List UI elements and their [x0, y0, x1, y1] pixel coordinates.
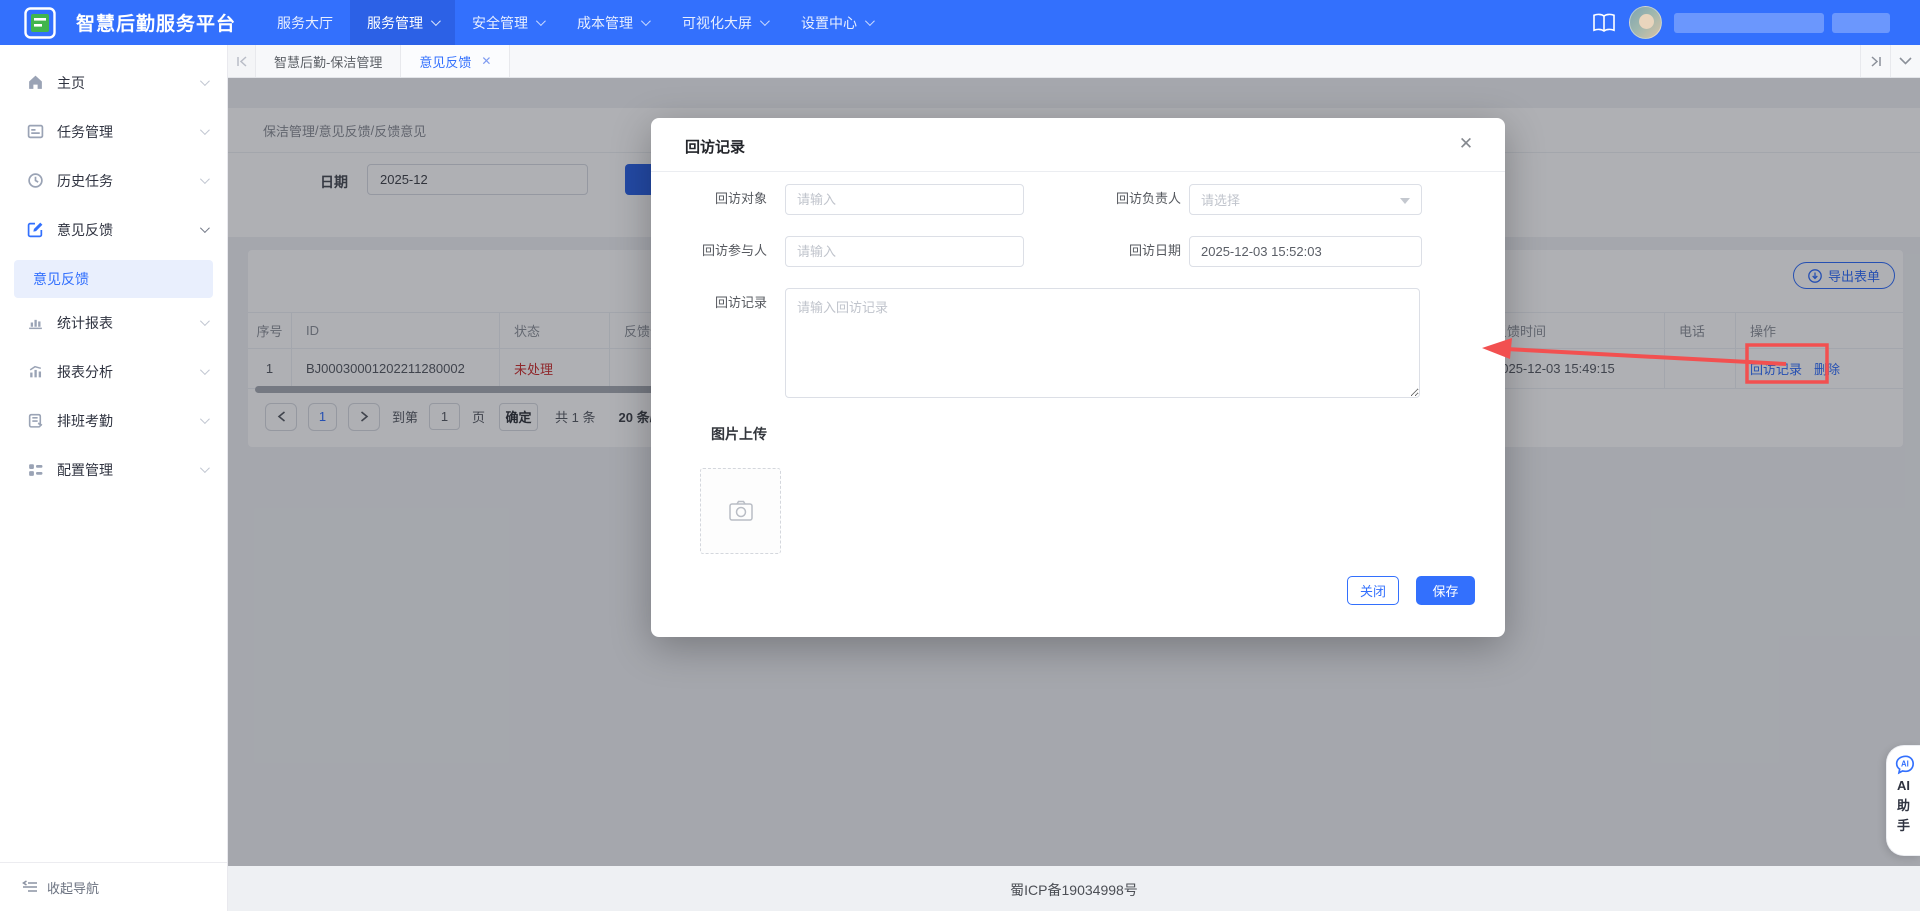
navbar-right: [1591, 0, 1920, 45]
sidebar-item-config-mgmt[interactable]: 配置管理: [0, 445, 227, 494]
close-tab-icon[interactable]: ✕: [481, 54, 491, 68]
tasks-icon: [27, 123, 44, 140]
dialog-save-button[interactable]: 保存: [1416, 576, 1475, 605]
tabs-menu-chevron-icon[interactable]: [1890, 45, 1920, 77]
select-caret-icon: [1400, 198, 1410, 204]
role-redacted: [1832, 13, 1890, 33]
svg-text:AI: AI: [1901, 759, 1909, 768]
menu-item-security-mgmt[interactable]: 安全管理: [455, 0, 560, 45]
ai-assistant-button[interactable]: AI AI 助 手: [1886, 745, 1920, 856]
dialog-title: 回访记录: [685, 136, 745, 157]
visit-target-input[interactable]: [785, 184, 1024, 215]
chevron-down-icon: [200, 316, 210, 326]
sidebar-subitem-feedback[interactable]: 意见反馈: [14, 260, 213, 298]
image-upload-button[interactable]: [700, 468, 781, 554]
visit-date-input[interactable]: [1189, 236, 1422, 267]
chevron-down-icon: [200, 76, 210, 86]
scroll-tabs-left-icon[interactable]: [228, 45, 256, 77]
chevron-down-icon: [865, 16, 875, 26]
menu-item-settings-center[interactable]: 设置中心: [784, 0, 889, 45]
visit-participant-input[interactable]: [785, 236, 1024, 267]
chevron-down-icon: [641, 16, 651, 26]
menu-item-service-mgmt[interactable]: 服务管理: [350, 0, 455, 45]
image-upload-label: 图片上传: [711, 424, 767, 444]
sidebar-item-stat-reports[interactable]: 统计报表: [0, 298, 227, 347]
tab-feedback[interactable]: 意见反馈 ✕: [401, 45, 510, 77]
chevron-down-icon: [200, 125, 210, 135]
feedback-edit-icon: [27, 221, 44, 238]
sidebar-item-report-analysis[interactable]: 报表分析: [0, 347, 227, 396]
chevron-down-icon: [200, 223, 210, 233]
tab-cleaning-mgmt[interactable]: 智慧后勤-保洁管理: [256, 45, 401, 77]
user-avatar[interactable]: [1629, 6, 1662, 39]
chevron-down-icon: [200, 463, 210, 473]
close-icon[interactable]: ✕: [1455, 133, 1477, 155]
sidebar-item-home[interactable]: 主页: [0, 58, 227, 107]
menu-item-cost-mgmt[interactable]: 成本管理: [560, 0, 665, 45]
collapse-nav-icon: [22, 880, 38, 894]
visit-owner-label: 回访负责人: [1089, 184, 1181, 214]
ai-assistant-icon: AI: [1893, 754, 1915, 776]
visit-target-label: 回访对象: [689, 184, 767, 214]
tab-bar: 智慧后勤-保洁管理 意见反馈 ✕: [228, 45, 1920, 78]
camera-icon: [728, 499, 754, 523]
chevron-down-icon: [200, 365, 210, 375]
analysis-icon: [27, 363, 44, 380]
menu-item-dashboard[interactable]: 可视化大屏: [665, 0, 784, 45]
sidebar-item-history-tasks[interactable]: 历史任务: [0, 156, 227, 205]
config-icon: [27, 461, 44, 478]
sidebar-item-shift-attendance[interactable]: 排班考勤: [0, 396, 227, 445]
chevron-down-icon: [760, 16, 770, 26]
icp-record-text: 蜀ICP备19034998号: [1010, 880, 1138, 900]
history-icon: [27, 172, 44, 189]
app-logo-icon: [24, 7, 56, 39]
menu-item-service-hall[interactable]: 服务大厅: [260, 0, 350, 45]
chevron-down-icon: [200, 174, 210, 184]
dialog-close-button[interactable]: 关闭: [1347, 576, 1399, 605]
docs-book-icon[interactable]: [1591, 12, 1617, 34]
app-window: 智慧后勤服务平台 服务大厅 服务管理 安全管理 成本管理 可视化大屏 设置中心 …: [0, 0, 1920, 911]
sidebar-item-task-mgmt[interactable]: 任务管理: [0, 107, 227, 156]
home-icon: [27, 74, 44, 91]
chevron-down-icon: [536, 16, 546, 26]
scroll-tabs-right-icon[interactable]: [1860, 45, 1890, 77]
visit-record-label: 回访记录: [689, 288, 767, 318]
sidebar: 主页 任务管理 历史任务 意见反馈 意见反馈 统计报表 报表分析: [0, 45, 228, 911]
visit-record-textarea[interactable]: [785, 288, 1420, 398]
sidebar-item-feedback[interactable]: 意见反馈: [0, 205, 227, 254]
main-menu: 服务大厅 服务管理 安全管理 成本管理 可视化大屏 设置中心: [260, 0, 889, 45]
top-navbar: 智慧后勤服务平台 服务大厅 服务管理 安全管理 成本管理 可视化大屏 设置中心: [0, 0, 1920, 45]
app-title: 智慧后勤服务平台: [76, 9, 236, 36]
collapse-nav-button[interactable]: 收起导航: [0, 862, 227, 911]
chevron-down-icon: [200, 414, 210, 424]
dialog-header: 回访记录 ✕: [651, 118, 1505, 172]
stats-icon: [27, 314, 44, 331]
page-footer: 蜀ICP备19034998号: [228, 866, 1920, 911]
return-visit-dialog: 回访记录 ✕ 回访对象 回访负责人 请选择 回访参与人 回访日期 回访记录 图片…: [651, 118, 1505, 637]
visit-participant-label: 回访参与人: [675, 236, 767, 266]
username-redacted: [1674, 13, 1824, 33]
visit-date-label: 回访日期: [1103, 236, 1181, 266]
chevron-down-icon: [431, 16, 441, 26]
visit-owner-select[interactable]: 请选择: [1189, 184, 1422, 215]
schedule-icon: [27, 412, 44, 429]
